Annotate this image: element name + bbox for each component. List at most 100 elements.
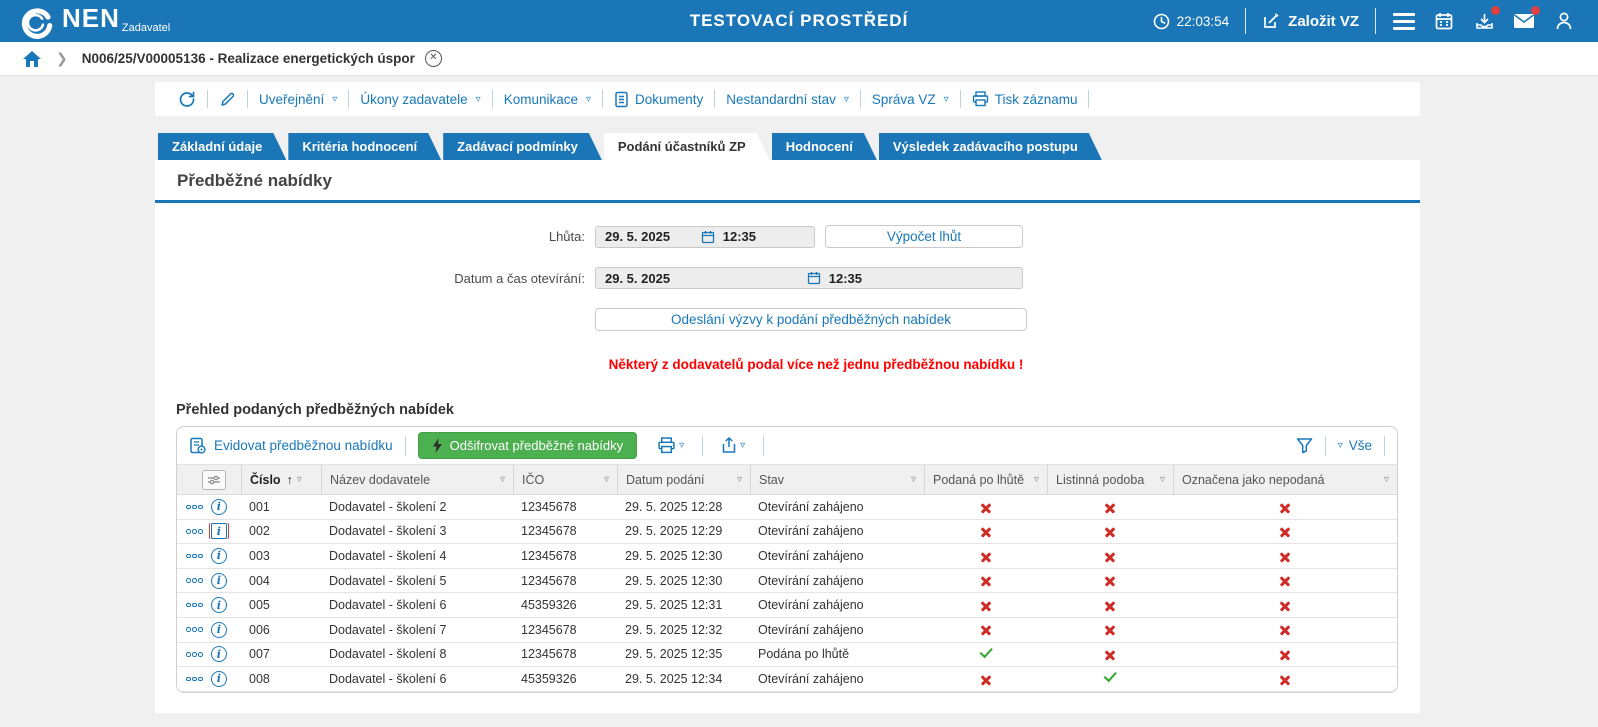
register-bid-button[interactable]: Evidovat předběžnou nabídku — [189, 437, 393, 455]
deadline-date-value[interactable]: 29. 5. 2025 — [596, 229, 670, 244]
row-actions-icon[interactable] — [186, 627, 203, 633]
opening-date-value[interactable]: 29. 5. 2025 — [596, 271, 670, 286]
calendar-small-icon[interactable] — [807, 271, 821, 285]
page-title: Předběžné nabídky — [177, 171, 332, 190]
column-header-datum-podani[interactable]: Datum podání ▿ — [617, 465, 750, 494]
menu-button[interactable] — [1392, 9, 1416, 33]
deadline-time-value[interactable]: 12:35 — [715, 229, 756, 244]
row-actions-icon[interactable] — [186, 529, 203, 534]
cross-icon — [1104, 502, 1116, 514]
tab-hodnoceni[interactable]: Hodnocení — [772, 133, 877, 160]
row-info-icon[interactable]: i — [210, 572, 227, 589]
top-bar: TESTOVACÍ PROSTŘEDÍ NEN Zadavatel 22:03:… — [0, 0, 1598, 42]
toolbar-item-nestandardni-stav[interactable]: Nestandardní stav ▿ — [715, 92, 860, 107]
nen-logo[interactable]: NEN Zadavatel — [20, 3, 170, 40]
table-row[interactable]: i 002 Dodavatel - školení 3 12345678 29.… — [177, 520, 1397, 545]
calc-deadlines-button[interactable]: Výpočet lhůt — [825, 225, 1023, 248]
cross-icon — [1279, 575, 1291, 587]
home-icon[interactable] — [22, 50, 42, 68]
chevron-down-icon: ▿ — [296, 474, 302, 485]
profile-button[interactable] — [1552, 9, 1576, 33]
row-actions-icon[interactable] — [186, 553, 203, 559]
create-vz-label: Založit VZ — [1288, 12, 1359, 30]
deadline-input-group[interactable]: 29. 5. 2025 12:35 — [595, 225, 815, 248]
table-row[interactable]: i 001 Dodavatel - školení 2 12345678 29.… — [177, 495, 1397, 520]
row-info-icon[interactable]: i — [210, 621, 227, 638]
tab-podani-ucastniku-zp[interactable]: Podání účastníků ZP — [604, 133, 770, 160]
opening-input-group[interactable]: 29. 5. 2025 12:35 — [595, 267, 1023, 289]
close-icon[interactable]: ✕ — [424, 50, 442, 67]
column-header-stav[interactable]: Stav ▿ — [750, 465, 924, 494]
cell-stav: Otevírání zahájeno — [758, 622, 864, 637]
table-row[interactable]: i 003 Dodavatel - školení 4 12345678 29.… — [177, 544, 1397, 569]
row-info-icon[interactable]: i — [210, 670, 227, 687]
toolbar-item-sprava-vz[interactable]: Správa VZ ▿ — [861, 92, 960, 107]
row-actions-icon[interactable] — [186, 602, 203, 608]
column-header-nazev-dodavatele[interactable]: Název dodavatele ▿ — [321, 465, 513, 494]
row-info-icon[interactable]: i — [210, 498, 227, 515]
table-toolbar: Evidovat předběžnou nabídku Odšifrovat p… — [177, 427, 1397, 464]
opening-time-value[interactable]: 12:35 — [821, 271, 862, 286]
toolbar-item-dokumenty[interactable]: Dokumenty — [603, 91, 714, 108]
row-info-icon[interactable]: i — [208, 523, 230, 540]
filter-all-dropdown[interactable]: ▿ Vše — [1338, 438, 1372, 453]
tab-vysledek-zadavaciho-postupu[interactable]: Výsledek zadávacího postupu — [879, 133, 1102, 160]
brand-subtitle: Zadavatel — [121, 21, 171, 34]
row-actions-icon[interactable] — [186, 578, 203, 583]
breadcrumb-title[interactable]: N006/25/V00005136 - Realizace energetick… — [82, 51, 415, 66]
refresh-icon — [179, 91, 195, 107]
cell-ico: 12345678 — [521, 499, 577, 514]
row-actions-icon[interactable] — [186, 652, 203, 657]
table-row[interactable]: i 004 Dodavatel - školení 5 12345678 29.… — [177, 569, 1397, 594]
table-row[interactable]: i 007 Dodavatel - školení 8 12345678 29.… — [177, 643, 1397, 668]
create-vz-button[interactable]: Založit VZ — [1262, 12, 1359, 30]
column-header-ico[interactable]: IČO ▿ — [513, 465, 617, 494]
toolbar-item-ukony-zadavatele[interactable]: Úkony zadavatele ▿ — [349, 92, 491, 107]
cell-listinna-podoba — [1047, 524, 1173, 538]
cell-stav: Otevírání zahájeno — [758, 573, 864, 588]
cross-icon — [1104, 624, 1116, 636]
messages-button[interactable] — [1512, 6, 1540, 33]
cell-stav: Otevírání zahájeno — [758, 598, 864, 613]
toolbar-item-komunikace[interactable]: Komunikace ▿ — [493, 92, 602, 107]
sort-ascending-icon: ↑ — [286, 472, 293, 487]
send-invitation-button[interactable]: Odeslání výzvy k podání předběžných nabí… — [595, 308, 1027, 331]
row-info-icon[interactable]: i — [210, 597, 227, 614]
cell-podana-po-lhute — [924, 623, 1047, 637]
filter-icon[interactable] — [1296, 437, 1313, 454]
tab-zakladni-udaje[interactable]: Základní údaje — [158, 133, 286, 160]
cell-nazev-dodavatele: Dodavatel - školení 5 — [329, 573, 447, 588]
column-header-oznacena-jako-nepodana[interactable]: Označena jako nepodaná ▿ — [1173, 465, 1397, 494]
table-row[interactable]: i 005 Dodavatel - školení 6 45359326 29.… — [177, 593, 1397, 618]
cell-podana-po-lhute — [924, 672, 1047, 686]
cell-cislo: 008 — [249, 671, 270, 686]
cross-icon — [1104, 600, 1116, 612]
cell-cislo: 003 — [249, 548, 270, 563]
row-info-icon[interactable]: i — [210, 547, 227, 564]
decrypt-bids-button[interactable]: Odšifrovat předběžné nabídky — [417, 432, 638, 459]
cross-icon — [980, 551, 992, 563]
table-row[interactable]: i 006 Dodavatel - školení 7 12345678 29.… — [177, 618, 1397, 643]
tab-kriteria-hodnoceni[interactable]: Kritéria hodnocení — [288, 133, 441, 160]
table-header: Číslo ↑ ▿ Název dodavatele ▿ IČO ▿ Datum… — [177, 464, 1397, 495]
row-info-icon[interactable]: i — [210, 646, 227, 663]
table-row[interactable]: i 008 Dodavatel - školení 6 45359326 29.… — [177, 667, 1397, 692]
row-actions-icon[interactable] — [186, 676, 203, 682]
tab-zadavaci-podminky[interactable]: Zadávací podmínky — [443, 133, 602, 160]
cell-listinna-podoba — [1047, 671, 1173, 686]
column-settings-button[interactable] — [201, 469, 226, 490]
row-actions-icon[interactable] — [186, 504, 203, 510]
edit-button[interactable] — [208, 91, 247, 108]
print-table-button[interactable]: ▿ — [651, 437, 690, 454]
calendar-small-icon[interactable] — [701, 230, 715, 244]
toolbar-item-tisk-zaznamu[interactable]: Tisk záznamu — [961, 91, 1089, 107]
calendar-button[interactable] — [1432, 9, 1456, 33]
toolbar-item-uverejneni[interactable]: Uveřejnění ▿ — [248, 92, 348, 107]
column-header-listinna-podoba[interactable]: Listinná podoba ▿ — [1047, 465, 1173, 494]
export-table-button[interactable]: ▿ — [715, 437, 751, 454]
divider — [1375, 8, 1376, 34]
column-header-cislo[interactable]: Číslo ↑ ▿ — [241, 465, 321, 494]
column-header-podana-po-lhute[interactable]: Podaná po lhůtě ▿ — [924, 465, 1047, 494]
refresh-button[interactable] — [167, 90, 207, 108]
downloads-button[interactable] — [1472, 6, 1500, 33]
